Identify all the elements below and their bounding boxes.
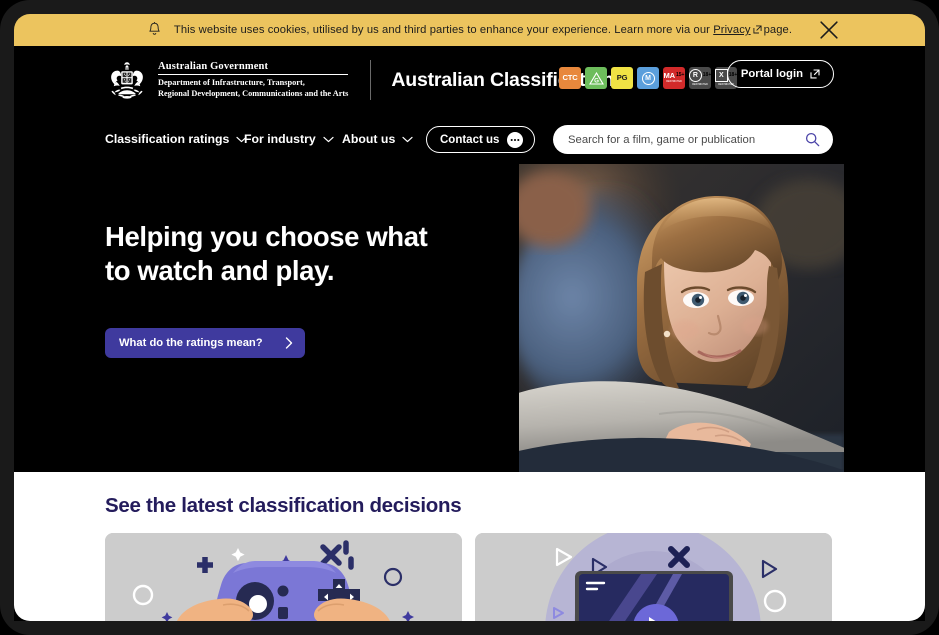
nav-item-about-us[interactable]: About us [342, 132, 413, 146]
gov-line-2: Department of Infrastructure, Transport, [158, 77, 305, 87]
games-decisions-card[interactable] [105, 533, 462, 621]
contact-us-button[interactable]: Contact us [426, 126, 536, 153]
rating-badge-age: 15+ [675, 72, 685, 79]
hero-section: Helping you choose what to watch and pla… [14, 164, 925, 472]
chat-bubble-icon [507, 131, 524, 148]
latest-decisions-section: See the latest classification decisions [14, 472, 925, 621]
government-wordmark: Australian Government Department of Infr… [158, 61, 349, 99]
site-header: Australian Government Department of Infr… [14, 46, 925, 114]
rating-badge-label: R [692, 72, 698, 80]
search-input[interactable] [568, 133, 805, 146]
rating-badge-label: M [645, 74, 651, 82]
portal-login-button[interactable]: Portal login [726, 60, 834, 88]
search-icon[interactable] [805, 132, 820, 147]
cookie-text-before: This website uses cookies, utilised by u… [173, 24, 710, 36]
chevron-right-icon [285, 337, 292, 349]
cookie-consent-banner: This website uses cookies, utilised by u… [14, 14, 925, 46]
nav-item-for-industry[interactable]: For industry [244, 132, 334, 146]
portal-login-label: Portal login [740, 68, 803, 80]
tablet-play-illustration [475, 533, 832, 621]
rating-badge-pg[interactable]: PG [611, 67, 633, 89]
rating-badge-g[interactable]: G [585, 67, 607, 89]
circle-icon: R [689, 69, 702, 83]
rating-badge-ctc[interactable]: CTC [559, 67, 581, 89]
nav-item-classification-ratings[interactable]: Classification ratings [105, 132, 247, 146]
rating-badge-ma15plus[interactable]: MA 15+ RESTRICTED [663, 67, 685, 89]
what-do-ratings-mean-button[interactable]: What do the ratings mean? [105, 328, 305, 358]
chevron-down-icon [323, 136, 334, 142]
close-x-icon [820, 21, 838, 39]
bell-icon [147, 22, 162, 38]
close-icon[interactable]: ✕ [819, 20, 839, 40]
rating-badge-label: MA [663, 71, 676, 81]
cookie-banner-text: This website uses cookies, utilised by u… [174, 24, 792, 36]
gov-line-1: Australian Government [158, 61, 349, 75]
search-bar[interactable] [553, 125, 833, 154]
nav-label: For industry [244, 132, 316, 146]
nav-label: About us [342, 132, 396, 146]
chevron-down-icon [402, 136, 413, 142]
triangle-icon: G [588, 71, 604, 85]
hero-photo [519, 164, 844, 472]
circle-icon: M [641, 71, 655, 85]
nav-label: Classification ratings [105, 132, 230, 146]
rating-badge-m[interactable]: M [637, 67, 659, 89]
external-link-icon [753, 25, 762, 34]
main-navigation: Classification ratings For industry Abou… [14, 114, 925, 164]
rating-badge-label: PG [616, 73, 628, 83]
hero-cta-label: What do the ratings mean? [119, 337, 263, 349]
square-icon: X [715, 69, 728, 83]
rating-badges-row: CTC G PG M MA 15+ RESTRICTED R 18+ RESTR… [559, 67, 737, 89]
rating-badge-sub: RESTRICTED [692, 82, 708, 86]
rating-badge-sub: RESTRICTED [666, 80, 682, 84]
svg-text:G: G [594, 77, 599, 84]
rating-badge-label: CTC [562, 73, 578, 83]
brand-block[interactable]: Australian Government Department of Infr… [105, 60, 614, 100]
rating-badge-label: X [719, 72, 724, 80]
rating-badge-age: 18+ [702, 72, 711, 79]
device-frame: This website uses cookies, utilised by u… [0, 0, 939, 635]
external-link-icon [810, 69, 820, 79]
rating-badge-r18plus[interactable]: R 18+ RESTRICTED [689, 67, 711, 89]
australian-coat-of-arms-icon [111, 62, 143, 99]
privacy-link[interactable]: Privacy [713, 24, 750, 36]
hero-heading: Helping you choose what to watch and pla… [105, 221, 428, 286]
game-controller-illustration [105, 533, 462, 621]
films-decisions-card[interactable] [475, 533, 832, 621]
decision-cards-row [105, 533, 832, 621]
cookie-text-after: page. [763, 24, 793, 36]
latest-decisions-heading: See the latest classification decisions [105, 494, 462, 517]
contact-us-label: Contact us [440, 133, 500, 146]
gov-line-3: Regional Development, Communications and… [158, 89, 349, 98]
brand-divider [370, 60, 372, 100]
